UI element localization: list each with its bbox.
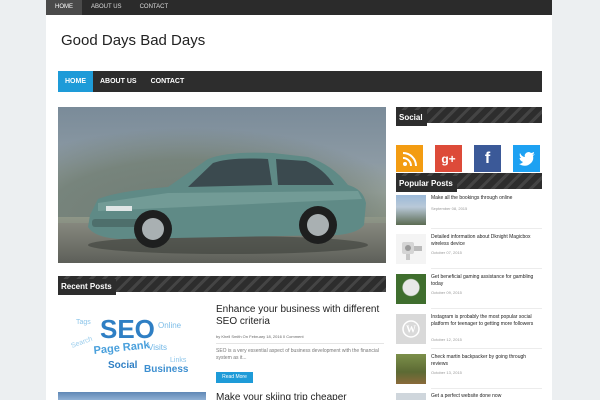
popular-post-thumbnail[interactable] <box>396 354 426 384</box>
post-excerpt: SEO is a very essential aspect of busine… <box>216 348 379 361</box>
post-divider <box>216 343 384 344</box>
popular-post-date: October 13, 2015 <box>431 370 462 375</box>
svg-text:W: W <box>406 325 416 336</box>
nav-link-about[interactable]: ABOUT US <box>93 71 144 92</box>
wordcloud-word-visits: Visits <box>148 343 167 352</box>
top-bar: HOME ABOUT US CONTACT <box>46 0 552 15</box>
twitter-bird-glyph <box>518 151 535 166</box>
nav-link-home[interactable]: HOME <box>58 71 93 92</box>
hero-slider-image[interactable] <box>58 107 386 263</box>
topbar-link-about[interactable]: ABOUT US <box>82 0 131 15</box>
popular-post-item[interactable]: Get beneficial gaming assistance for gam… <box>396 274 542 304</box>
popular-divider <box>431 268 542 269</box>
rss-glyph <box>402 151 417 166</box>
popular-divider <box>431 388 542 389</box>
social-header: Social <box>396 107 542 126</box>
popular-posts-header: Popular Posts <box>396 173 542 192</box>
post-thumbnail-skiing[interactable] <box>58 392 206 400</box>
wordcloud-word-tags: Tags <box>76 319 91 326</box>
popular-post-item[interactable]: Get a perfect website done now <box>396 393 542 400</box>
popular-post-item[interactable]: Detailed information about Dknight Magic… <box>396 234 542 264</box>
popular-post-item[interactable]: Check martin backpacker by going through… <box>396 354 542 384</box>
popular-post-title[interactable]: Get a perfect website done now <box>431 393 541 400</box>
popular-posts-heading: Popular Posts <box>396 176 457 192</box>
popular-post-title[interactable]: Make all the bookings through online <box>431 195 541 202</box>
popular-post-title[interactable]: Check martin backpacker by going through… <box>431 354 541 368</box>
popular-divider <box>431 348 542 349</box>
rss-icon[interactable] <box>396 145 423 172</box>
post-title[interactable]: Enhance your business with different SEO… <box>216 304 384 328</box>
wordcloud-word-online: Online <box>158 321 182 330</box>
recent-posts-header: Recent Posts <box>58 276 386 295</box>
topbar-link-home[interactable]: HOME <box>46 0 82 15</box>
post-meta: by Khell Smith On February 18, 2016 0 Co… <box>216 334 304 339</box>
topbar-link-contact[interactable]: CONTACT <box>131 0 178 15</box>
popular-post-thumbnail[interactable] <box>396 234 426 264</box>
popular-divider <box>431 308 542 309</box>
facebook-icon[interactable]: f <box>474 145 501 172</box>
popular-post-date: October 09, 2015 <box>431 290 462 295</box>
social-heading: Social <box>396 110 427 126</box>
post-title[interactable]: Make your skiing trip cheaper <box>216 392 384 400</box>
popular-post-item[interactable]: W Instagram is probably the most popular… <box>396 314 542 344</box>
popular-post-title[interactable]: Instagram is probably the most popular s… <box>431 314 541 328</box>
read-more-button[interactable]: Read More <box>216 372 253 383</box>
seo-wordcloud-image: SEO Page Rank Visits Social Business Onl… <box>70 314 189 375</box>
nav-link-contact[interactable]: CONTACT <box>144 71 192 92</box>
popular-post-thumbnail[interactable] <box>396 195 426 225</box>
popular-post-date: September 08, 2015 <box>431 206 468 211</box>
popular-post-date: October 12, 2015 <box>431 337 462 342</box>
popular-post-thumbnail[interactable] <box>396 393 426 400</box>
main-navigation: HOME ABOUT US CONTACT <box>58 71 542 92</box>
popular-divider <box>431 228 542 229</box>
site-title[interactable]: Good Days Bad Days <box>61 32 205 49</box>
wordcloud-word-search: Search <box>70 336 93 350</box>
popular-post-thumbnail[interactable] <box>396 274 426 304</box>
wordpress-placeholder-icon: W <box>402 320 420 338</box>
popular-post-item[interactable]: Make all the bookings through online Sep… <box>396 195 542 225</box>
recent-posts-heading: Recent Posts <box>58 279 116 295</box>
popular-post-thumbnail[interactable]: W <box>396 314 426 344</box>
wordcloud-word-links: Links <box>170 357 187 364</box>
wordcloud-word-business: Business <box>144 364 189 375</box>
post-thumbnail-seo[interactable]: SEO Page Rank Visits Social Business Onl… <box>58 302 206 382</box>
page-wrapper: Good Days Bad Days HOME ABOUT US CONTACT… <box>46 15 552 400</box>
magicbox-device-image <box>402 242 422 260</box>
popular-post-date: October 07, 2015 <box>431 250 462 255</box>
car-illustration <box>88 152 368 254</box>
twitter-icon[interactable] <box>513 145 540 172</box>
popular-post-title[interactable]: Detailed information about Dknight Magic… <box>431 234 541 248</box>
google-plus-icon[interactable]: g+ <box>435 145 462 172</box>
popular-post-title[interactable]: Get beneficial gaming assistance for gam… <box>431 274 541 288</box>
wordcloud-word-social: Social <box>108 360 138 371</box>
